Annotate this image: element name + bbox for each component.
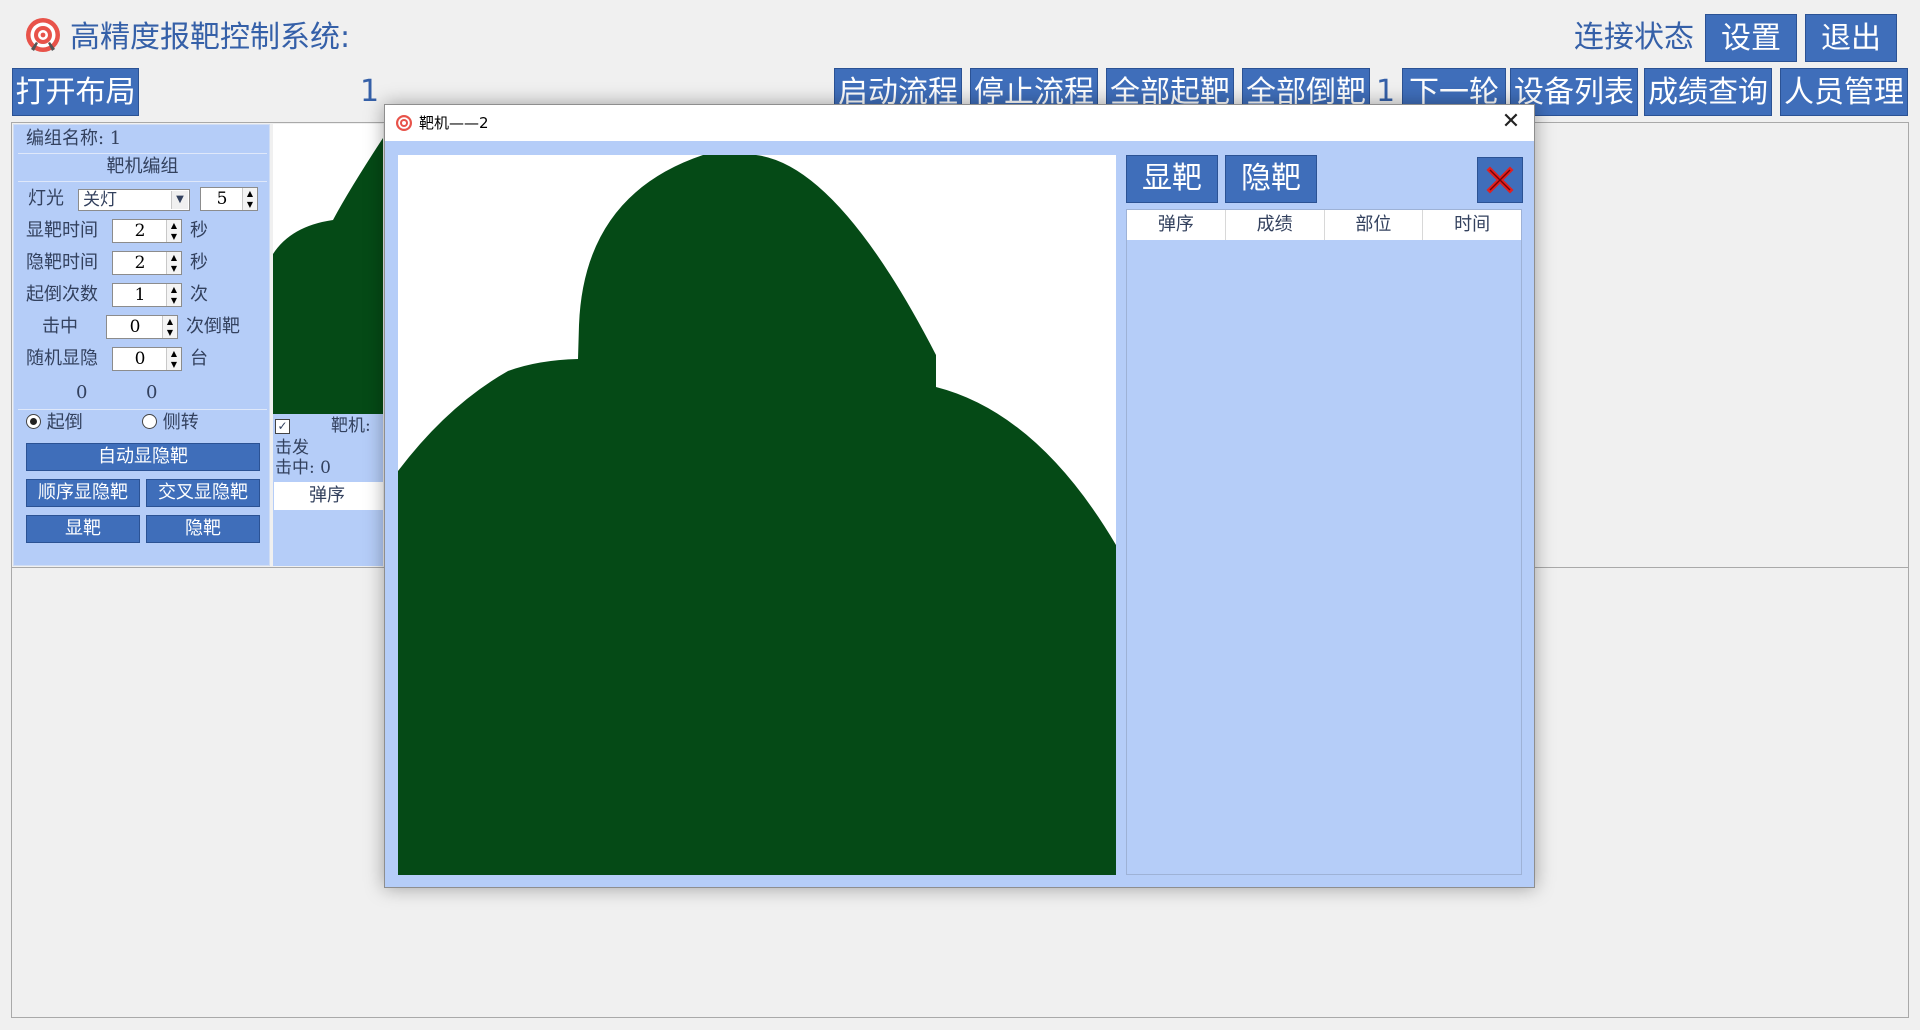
personnel-management-button[interactable]: 人员管理 bbox=[1780, 68, 1908, 116]
close-icon[interactable]: ✕ bbox=[1488, 105, 1534, 141]
target-silhouette-thumbnail bbox=[273, 124, 383, 414]
stepper-arrows-icon[interactable]: ▲ ▼ bbox=[166, 348, 181, 370]
dialog-clear-button[interactable] bbox=[1477, 157, 1523, 203]
hit-unit: 次倒靶 bbox=[186, 316, 240, 337]
shots-label: 击发 bbox=[275, 438, 309, 458]
sequence-show-hide-button[interactable]: 顺序显隐靶 bbox=[26, 479, 140, 507]
card-table-header: 弹序 bbox=[274, 482, 383, 510]
column-shot-order[interactable]: 弹序 bbox=[1127, 210, 1226, 240]
column-time[interactable]: 时间 bbox=[1423, 210, 1521, 240]
hit-stepper[interactable]: 0 ▲ ▼ bbox=[106, 315, 178, 339]
cross-show-hide-button[interactable]: 交叉显隐靶 bbox=[146, 479, 260, 507]
dialog-titlebar[interactable]: 靶机——2 ✕ bbox=[385, 105, 1534, 141]
connection-status-label: 连接状态 bbox=[1574, 20, 1694, 55]
show-time-stepper[interactable]: 2 ▲ ▼ bbox=[112, 219, 182, 243]
checkbox-checked-icon[interactable]: ✓ bbox=[275, 419, 290, 434]
show-time-unit: 秒 bbox=[190, 220, 208, 241]
score-query-button[interactable]: 成绩查询 bbox=[1644, 68, 1772, 116]
radio-unchecked-icon[interactable] bbox=[142, 414, 157, 429]
layout-number: 1 bbox=[360, 74, 380, 109]
auto-show-hide-button[interactable]: 自动显隐靶 bbox=[26, 443, 260, 471]
stepper-arrows-icon[interactable]: ▲ ▼ bbox=[166, 284, 181, 306]
card-column-shot-order: 弹序 bbox=[309, 485, 345, 506]
radio-checked-icon[interactable] bbox=[26, 414, 41, 429]
light-number-stepper[interactable]: 5 ▲ ▼ bbox=[200, 187, 258, 211]
stepper-arrows-icon[interactable]: ▲ ▼ bbox=[166, 252, 181, 274]
chevron-down-icon[interactable]: ▼ bbox=[171, 191, 188, 209]
exit-button[interactable]: 退出 bbox=[1805, 14, 1897, 62]
radio-side-label: 侧转 bbox=[162, 412, 199, 433]
counter-b: 0 bbox=[146, 382, 158, 403]
dialog-show-target-button[interactable]: 显靶 bbox=[1126, 155, 1218, 203]
hits-label: 击中: 0 bbox=[275, 458, 331, 478]
divider bbox=[18, 181, 267, 182]
target-silhouette-view bbox=[398, 155, 1116, 875]
hide-target-button[interactable]: 隐靶 bbox=[146, 515, 260, 543]
group-name: 编组名称: 1 bbox=[26, 128, 122, 149]
target-card-label: 靶机: bbox=[331, 416, 371, 436]
target-silhouette bbox=[398, 155, 1116, 875]
random-value: 0 bbox=[134, 349, 146, 369]
column-score[interactable]: 成绩 bbox=[1226, 210, 1325, 240]
stepper-arrows-icon[interactable]: ▲ ▼ bbox=[162, 316, 177, 338]
cycle-value: 1 bbox=[134, 285, 146, 305]
settings-button[interactable]: 设置 bbox=[1705, 14, 1797, 62]
column-position[interactable]: 部位 bbox=[1325, 210, 1424, 240]
radio-side[interactable]: 侧转 bbox=[142, 409, 252, 437]
cycle-stepper[interactable]: 1 ▲ ▼ bbox=[112, 283, 182, 307]
target-card-header: ✓ 靶机: bbox=[273, 416, 383, 436]
target-detail-dialog: 靶机——2 ✕ 显靶 隐靶 弹序 成绩 部位 时间 bbox=[384, 104, 1535, 888]
group-editor-panel: 编组名称: 1 靶机编组 灯光 关灯 ▼ 5 ▲ ▼ 显靶时间 2 ▲ ▼ 秒 隐靶… bbox=[13, 124, 270, 566]
hide-time-unit: 秒 bbox=[190, 252, 208, 273]
app-title: 高精度报靶控制系统: bbox=[70, 20, 351, 55]
target-card[interactable]: ✓ 靶机: 击发 击中: 0 弹序 bbox=[273, 124, 383, 566]
show-time-value: 2 bbox=[134, 221, 146, 241]
hide-time-stepper[interactable]: 2 ▲ ▼ bbox=[112, 251, 182, 275]
hide-time-value: 2 bbox=[134, 253, 146, 273]
random-unit: 台 bbox=[190, 348, 208, 369]
stepper-arrows-icon[interactable]: ▲ ▼ bbox=[242, 188, 257, 210]
table-header: 弹序 成绩 部位 时间 bbox=[1127, 210, 1521, 240]
section-title: 靶机编组 bbox=[106, 156, 179, 177]
hit-value: 0 bbox=[129, 317, 141, 337]
dialog-title: 靶机——2 bbox=[419, 114, 489, 132]
open-layout-button[interactable]: 打开布局 bbox=[12, 68, 139, 116]
shot-results-table[interactable]: 弹序 成绩 部位 时间 bbox=[1126, 209, 1522, 875]
target-logo-icon bbox=[26, 18, 60, 52]
random-stepper[interactable]: 0 ▲ ▼ bbox=[112, 347, 182, 371]
light-select-value: 关灯 bbox=[83, 190, 117, 210]
radio-upright-label: 起倒 bbox=[46, 412, 83, 433]
light-select[interactable]: 关灯 ▼ bbox=[78, 189, 190, 211]
target-logo-icon bbox=[396, 115, 412, 131]
cycle-unit: 次 bbox=[190, 284, 208, 305]
dialog-hide-target-button[interactable]: 隐靶 bbox=[1225, 155, 1317, 203]
show-target-button[interactable]: 显靶 bbox=[26, 515, 140, 543]
counter-a: 0 bbox=[76, 382, 88, 403]
stepper-arrows-icon[interactable]: ▲ ▼ bbox=[166, 220, 181, 242]
radio-upright[interactable]: 起倒 bbox=[26, 409, 136, 437]
light-number-value: 5 bbox=[216, 189, 228, 209]
red-x-icon bbox=[1486, 166, 1514, 194]
